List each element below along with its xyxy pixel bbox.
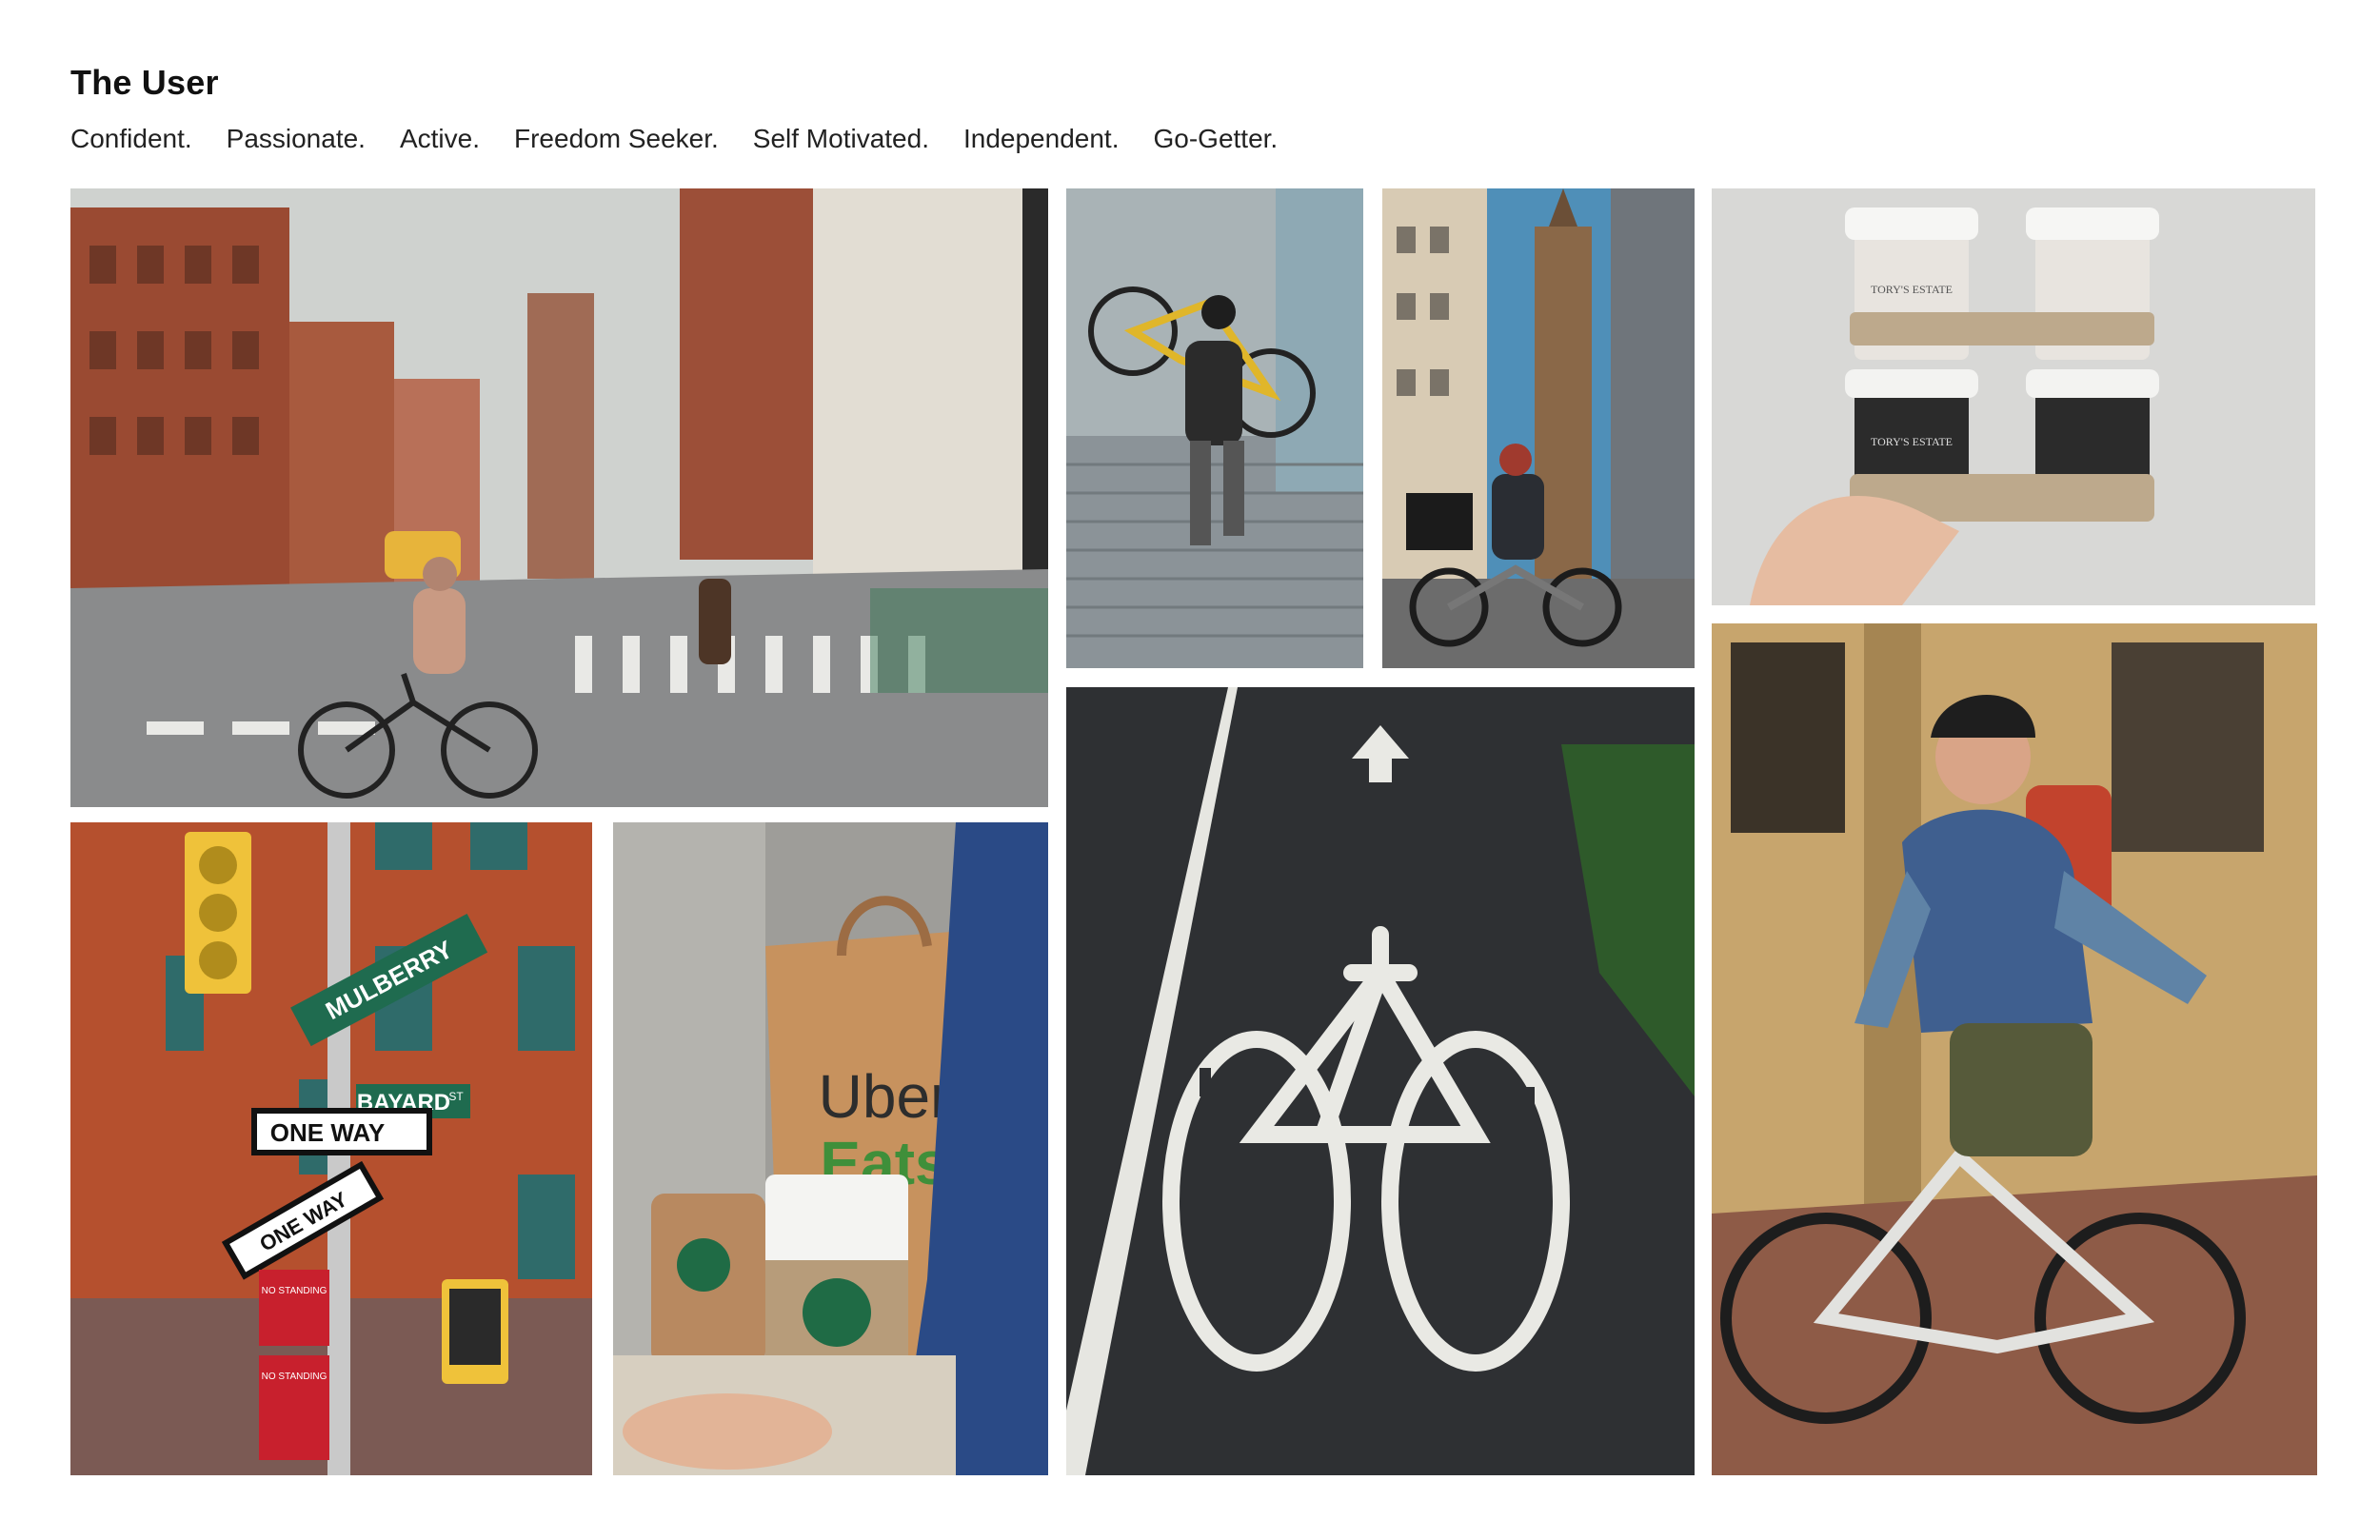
trait-item: Self Motivated.	[752, 124, 929, 153]
page-title: The User	[70, 63, 219, 102]
no-standing-sign: NO STANDING	[262, 1372, 327, 1382]
trait-item: Active.	[399, 124, 480, 153]
trait-item: Go-Getter.	[1153, 124, 1279, 153]
uber-eats-logo-line1: Uber	[819, 1062, 951, 1131]
photo-city-street-cyclist	[70, 188, 1048, 807]
photo-uber-eats-delivery: Uber Eats	[613, 822, 1048, 1475]
trait-list: Confident. Passionate. Active. Freedom S…	[70, 124, 1278, 154]
trait-item: Freedom Seeker.	[514, 124, 719, 153]
photo-carrying-bike-stairs	[1066, 188, 1363, 668]
photo-street-signs: MULBERRY BAYARD ST ONE WAY ONE WAY NO ST…	[70, 822, 592, 1475]
cup-label: TORY'S ESTATE	[1871, 283, 1953, 296]
photo-courier-skyscrapers	[1382, 188, 1695, 668]
sign-st: ST	[448, 1090, 464, 1103]
one-way-sign: ONE WAY	[270, 1118, 385, 1147]
trait-item: Confident.	[70, 124, 192, 153]
photo-cyclist-plaid-jacket	[1712, 623, 2317, 1475]
photo-bike-lane-marking	[1066, 687, 1695, 1475]
trait-item: Passionate.	[226, 124, 366, 153]
trait-item: Independent.	[962, 124, 1120, 153]
no-standing-sign: NO STANDING	[262, 1286, 327, 1296]
cup-label: TORY'S ESTATE	[1871, 435, 1953, 448]
photo-coffee-tray: TORY'S ESTATE TORY'S ESTATE	[1712, 188, 2315, 605]
